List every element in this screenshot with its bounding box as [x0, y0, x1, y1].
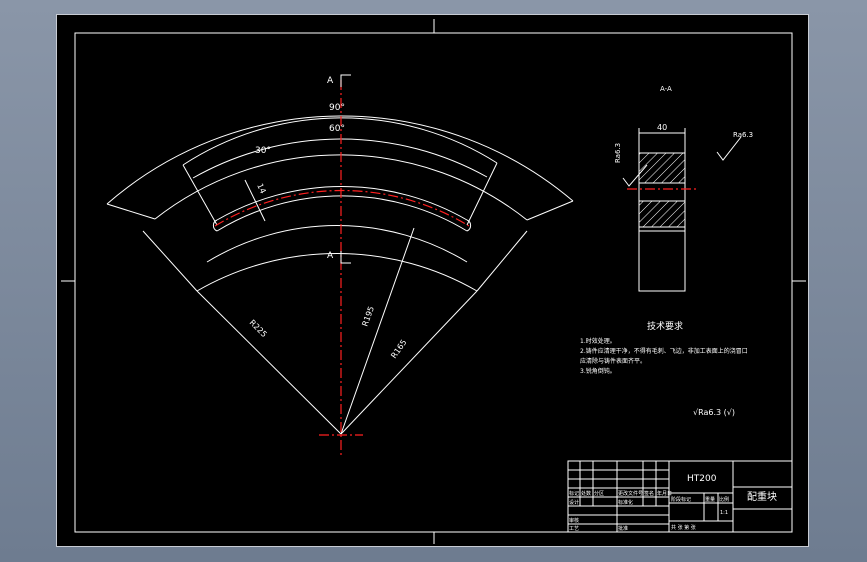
cad-drawing: A A 90° 60° 30° 14 R225 R195 R165 A-A 40…: [61, 19, 806, 544]
angle-30: 30°: [255, 146, 271, 156]
dim-slot-width: 14: [255, 182, 267, 195]
radial-line-r195: [340, 227, 415, 435]
dim-width-40: 40: [657, 123, 667, 132]
tech-req-line-1: 1.时效处理。: [580, 337, 616, 345]
tb-row-labels-4: 签名: [644, 490, 654, 497]
general-roughness: √Ra6.3 (√): [693, 408, 735, 417]
tb-sheets: 共 张 第 张: [671, 524, 696, 531]
tb-scale: 比例: [719, 496, 729, 503]
tb-row-labels-1: 处数: [581, 490, 591, 497]
tb-design: 设计: [569, 499, 579, 506]
section-view-title: A-A: [660, 85, 672, 93]
radial-line-left: [196, 290, 342, 435]
roughness-right: Ra6.3: [733, 131, 753, 139]
inner-arc: [196, 252, 478, 292]
dim-r225: R225: [248, 318, 269, 339]
tech-req-line-2: 2.铸件应清理干净，不得有毛刺、飞边，非加工表面上的浇冒口: [580, 347, 748, 355]
material: HT200: [687, 474, 717, 484]
tech-req-line-3: 应清除与铸件表面齐平。: [580, 357, 646, 365]
part-name: 配重块: [747, 490, 777, 503]
tb-row-labels-3: 更改文件号: [618, 490, 643, 497]
tech-requirements: 技术要求 1.时效处理。 2.铸件应清理干净，不得有毛刺、飞边，非加工表面上的浇…: [580, 320, 748, 417]
section-mark-bottom: A: [327, 251, 334, 261]
tb-std: 标准化: [618, 499, 633, 506]
tb-approve: 批准: [618, 525, 628, 532]
tb-row-labels-0: 标记: [569, 490, 579, 497]
drawing-sheet: A A 90° 60° 30° 14 R225 R195 R165 A-A 40…: [56, 14, 809, 547]
tech-req-line-4: 3.锐角倒钝。: [580, 367, 616, 375]
tb-review: 审核: [569, 517, 579, 524]
section-mark-top: A: [327, 76, 334, 86]
tb-row-labels-2: 分区: [594, 490, 604, 497]
angle-60: 60°: [329, 124, 345, 134]
dim-r165: R165: [389, 338, 408, 360]
dim-r195: R195: [360, 305, 376, 328]
tb-scale-value: 1:1: [720, 510, 728, 516]
section-view: A-A 40 Ra6.3 Ra6.3: [614, 85, 753, 292]
radial-line-right: [340, 290, 478, 435]
angle-90: 90°: [329, 103, 345, 113]
tb-weight: 重量: [705, 496, 715, 503]
slot-outer: [216, 186, 468, 221]
title-block: 标记 处数 分区 更改文件号 签名 年月日 设计 标准化 审核 工艺 批准 HT…: [567, 460, 793, 533]
roughness-left: Ra6.3: [614, 143, 622, 163]
tb-craft: 工艺: [569, 526, 579, 532]
inner-frame: [74, 32, 793, 533]
tech-req-title: 技术要求: [647, 320, 683, 332]
tb-stage: 阶段标记: [671, 496, 691, 503]
